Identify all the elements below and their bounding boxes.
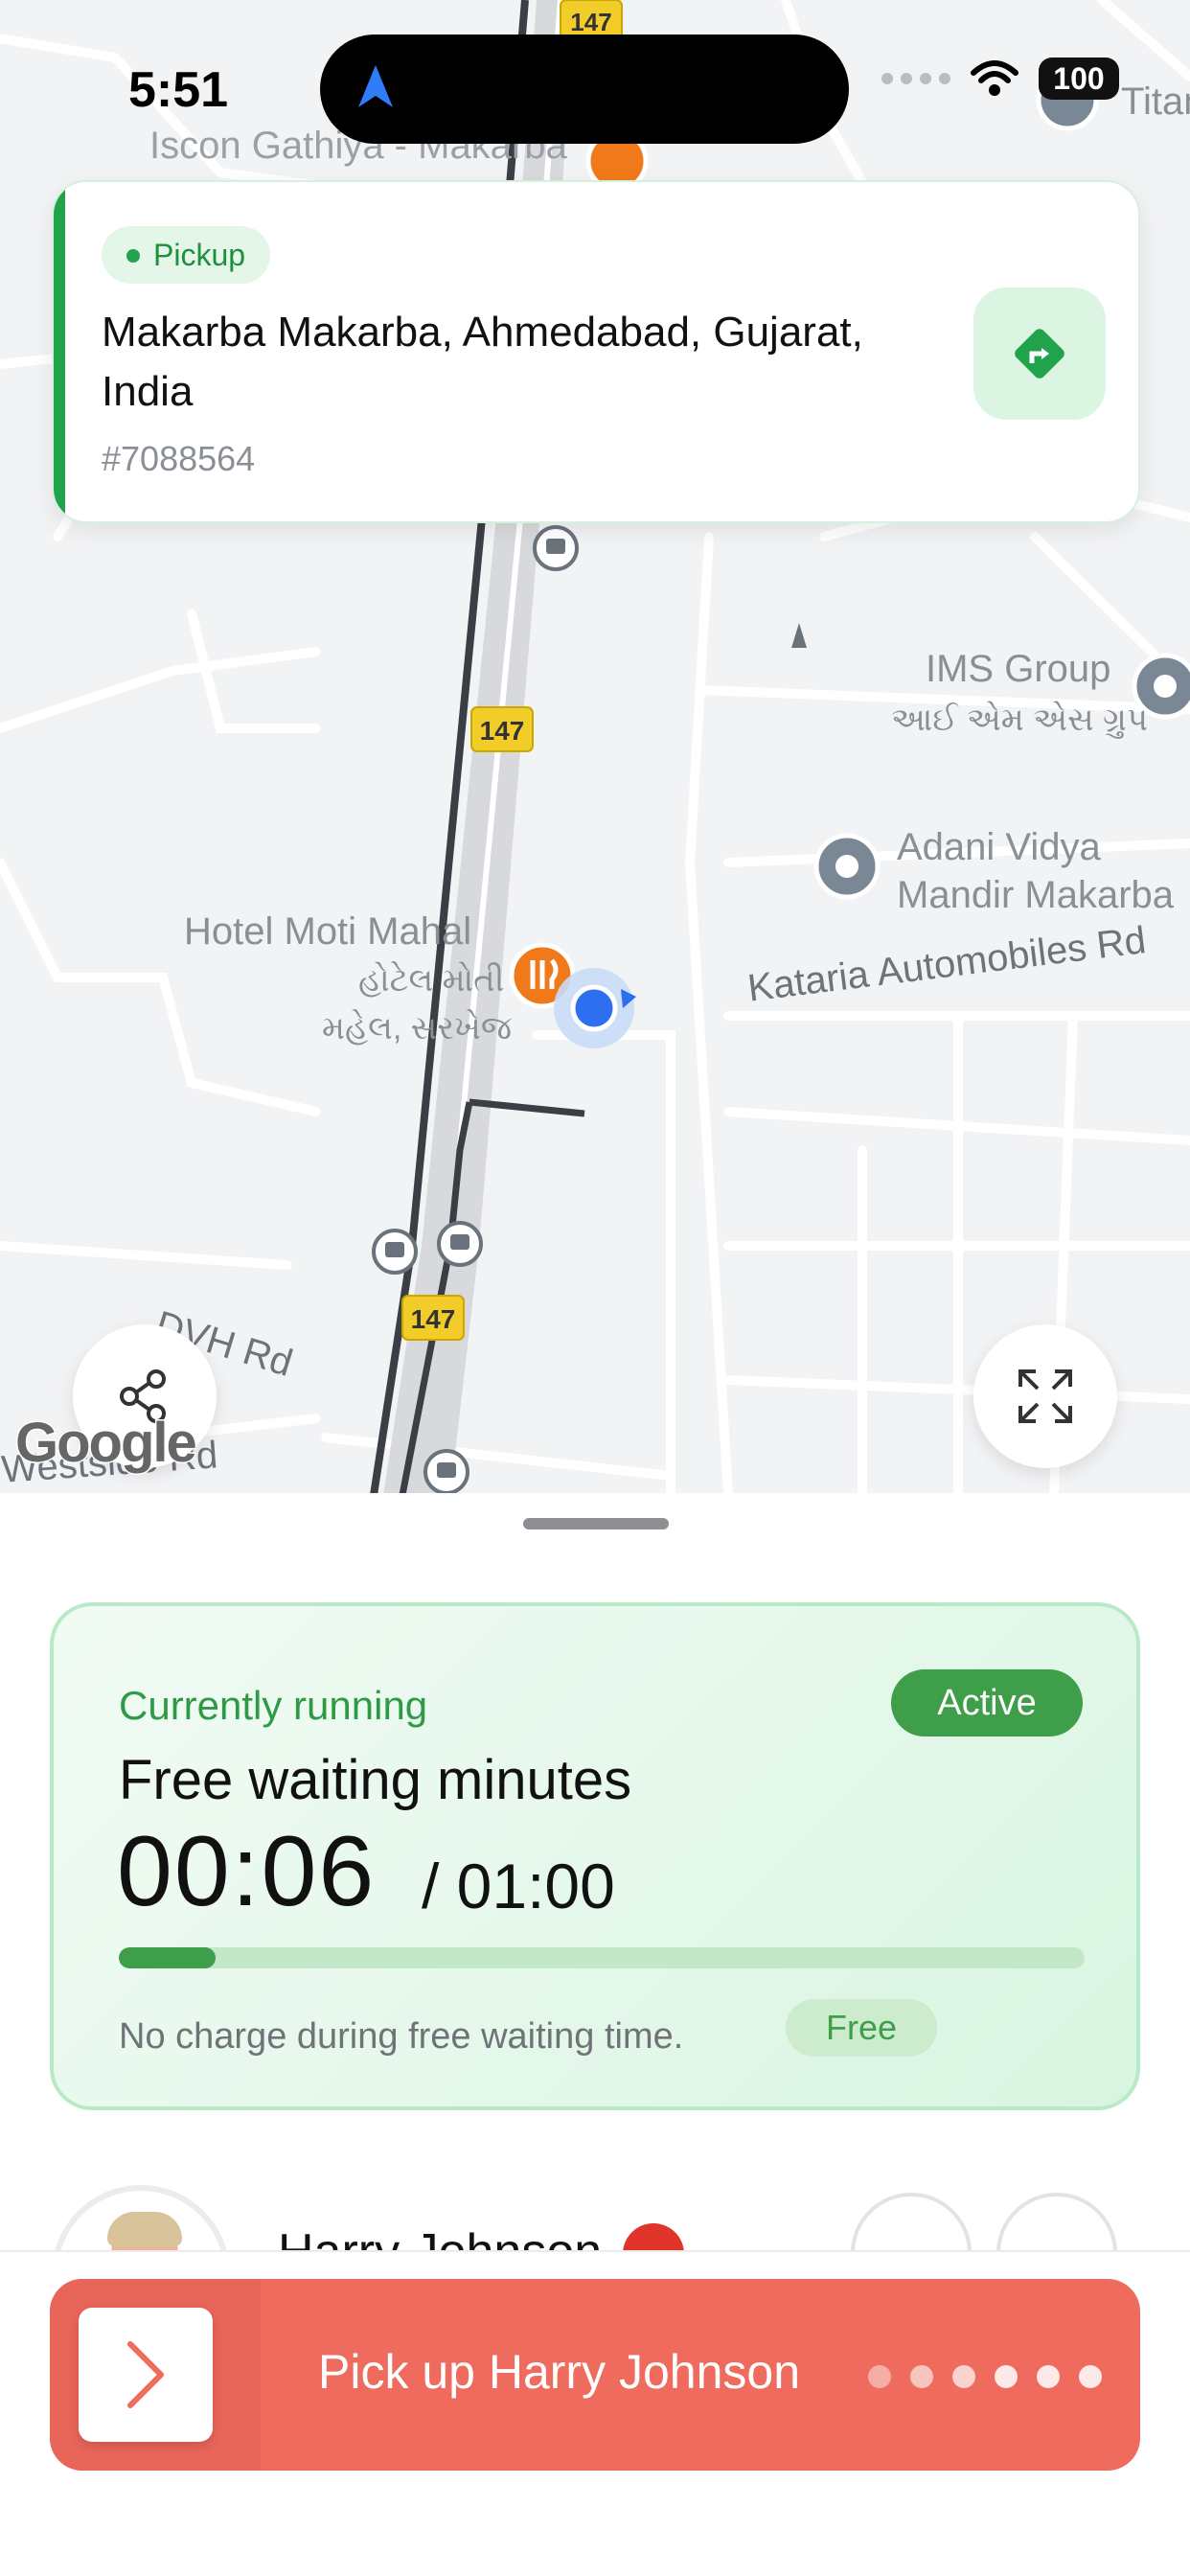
slide-label: Pick up Harry Johnson [318, 2345, 801, 2399]
slide-handle[interactable] [79, 2308, 213, 2442]
pickup-card-accent [54, 182, 65, 521]
navigate-button[interactable] [973, 288, 1106, 420]
slide-progress-dots [868, 2365, 1102, 2388]
waiting-elapsed-time: 00:06 [117, 1816, 377, 1927]
avatar [52, 2185, 230, 2252]
waiting-note: No charge during free waiting time. [119, 2016, 684, 2057]
chevron-right-icon [127, 2341, 164, 2408]
pickup-badge-label: Pickup [153, 237, 246, 272]
pickup-address: Makarba Makarba, Ahmedabad, Gujarat, Ind… [102, 309, 863, 415]
sheet-grabber[interactable] [523, 1518, 669, 1530]
one-way-arrow-icon [791, 623, 807, 648]
expand-map-button[interactable] [973, 1324, 1117, 1468]
navigation-arrow-icon [358, 65, 393, 107]
map-label: Hotel Moti Mahal [184, 910, 472, 953]
dynamic-island [320, 34, 849, 144]
status-time: 5:51 [128, 62, 229, 118]
map-label: હોટેલ મોતી [358, 962, 505, 999]
waiting-progress-fill [119, 1947, 216, 1968]
google-logo: Google [14, 1411, 199, 1476]
waiting-total-time: / 01:00 [422, 1851, 615, 1921]
map-label: Mandir Makarba [897, 874, 1175, 916]
cellular-signal-icon [881, 73, 950, 84]
highway-shield: 147 [401, 1295, 465, 1341]
highway-shield-label: 147 [480, 716, 525, 746]
map-label: Titan [1121, 80, 1190, 123]
waiting-title: Free waiting minutes [119, 1749, 632, 1811]
pickup-card[interactable]: Pickup Makarba Makarba, Ahmedabad, Gujar… [52, 180, 1140, 523]
info-icon[interactable] [623, 2223, 684, 2252]
map-view[interactable]: 147 147 147 Iscon Gathiya - Makarba IMS … [0, 0, 1190, 1495]
map-label: Adani Vidya [897, 826, 1101, 868]
highway-shield: 147 [560, 0, 623, 39]
order-id: #7088564 [102, 439, 256, 478]
map-label: આઈ એમ એસ ગ્રુપ [891, 702, 1149, 738]
bottom-sheet[interactable]: Currently running Active Free waiting mi… [0, 1493, 1190, 2576]
highway-shield-label: 147 [570, 8, 611, 36]
waiting-status: Currently running [119, 1683, 428, 1728]
highway-shield: 147 [470, 706, 534, 752]
highway-shield-label: 147 [411, 1304, 456, 1334]
battery-indicator: 100 [1039, 58, 1119, 100]
map-label: મહેલ, સરખેજ [322, 1010, 513, 1046]
pickup-badge: Pickup [102, 226, 271, 284]
map-label: IMS Group [926, 648, 1111, 690]
wifi-icon [971, 60, 1018, 96]
passenger-row[interactable]: Harry Johnson [0, 2175, 1190, 2252]
place-pin-icon [813, 833, 881, 900]
directions-icon [1015, 329, 1064, 379]
status-dot-icon [126, 249, 140, 263]
passenger-name: Harry Johnson [278, 2224, 603, 2252]
call-button[interactable] [996, 2193, 1117, 2252]
waiting-card: Currently running Active Free waiting mi… [50, 1602, 1140, 2110]
status-indicators: 100 [881, 58, 1119, 100]
chat-button[interactable] [851, 2193, 972, 2252]
free-badge: Free [786, 1999, 937, 2057]
waiting-progress-bar [119, 1947, 1085, 1968]
slide-to-pickup[interactable]: Pick up Harry Johnson [50, 2279, 1140, 2471]
expand-icon [1018, 1369, 1072, 1423]
active-badge: Active [891, 1669, 1083, 1736]
divider [0, 2250, 1190, 2252]
